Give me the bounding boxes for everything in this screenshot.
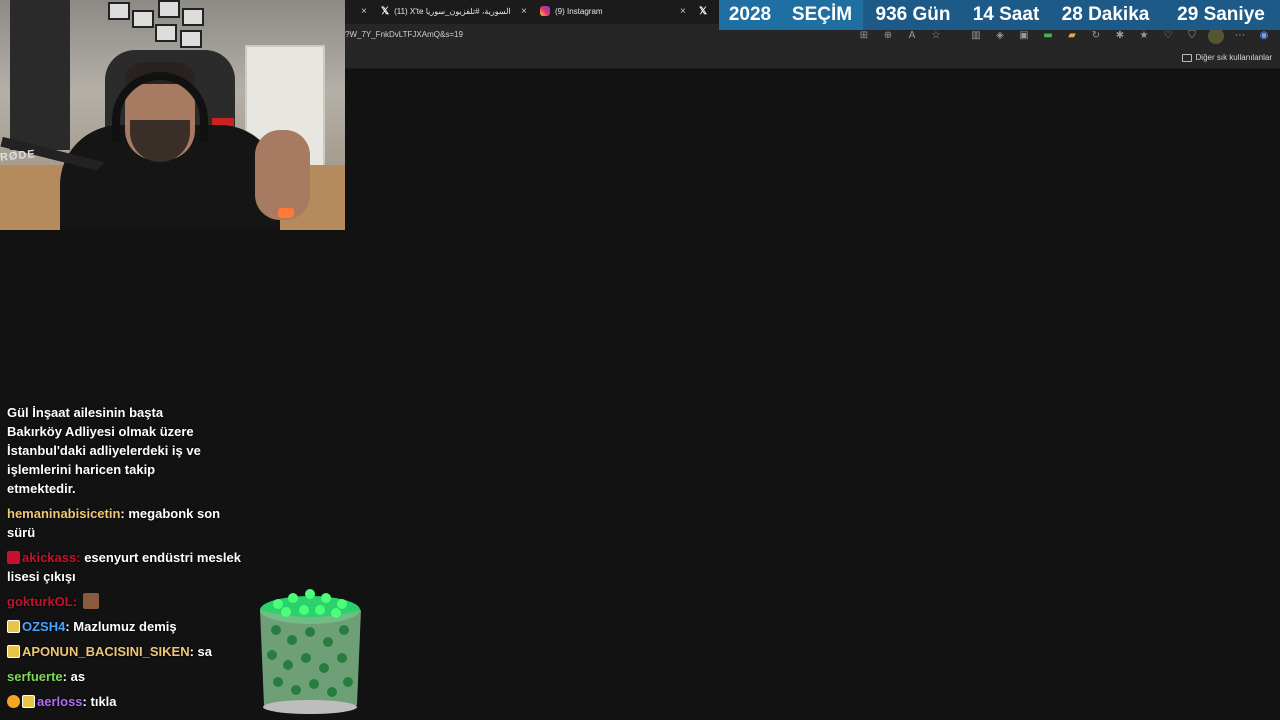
refresh-icon[interactable]: ↻ [1088,28,1104,44]
x-icon: 𝕏 [381,5,390,17]
avatar[interactable] [1208,28,1224,44]
gift-badge-icon [7,695,20,708]
other-bookmarks-label: Diğer sık kullanılanlar [1195,53,1272,62]
tab-instagram[interactable]: (9) Instagram [540,0,680,22]
chat-username: aerloss [37,694,83,709]
countdown-days: 936 Gün [863,0,963,30]
countdown-seconds: 29 Saniye [1162,0,1280,30]
countdown-year: 2028 [719,0,781,30]
subscriber-badge-icon [7,551,20,564]
mic-brand-label: RØDE [0,148,37,164]
tab-close-button[interactable]: × [361,0,373,22]
chat-message: gokturkOL: [7,592,247,611]
chat-username: gokturkOL [7,594,73,609]
chat-username: APONUN_BACISINI_SIKEN [22,644,190,659]
tab-close-button[interactable]: × [521,0,533,22]
chat-text: sa [197,644,213,659]
chat-text: tıkla [90,694,117,709]
chat-message: akickass: esenyurt endüstri meslek lises… [7,550,241,584]
sword-badge-icon [7,645,20,658]
folder-icon [1181,53,1192,62]
chat-text: Mazlumuz demiş [73,619,177,634]
extensions-icon[interactable]: ✱ [1112,28,1128,44]
chat-message: hemaninabisicetin: megabonk son sürü [7,506,221,540]
toolbar: ⊞ ⊕ A ☆ ▥ ◈ ▣ ▬ ▰ ↻ ✱ ★ ♡ ⛉ ⋯ ◉ [856,28,1272,44]
extension-icon[interactable]: ▥ [968,28,984,44]
chat-message: OZSH4: Mazlumuz demiş [7,617,247,636]
extension-icon[interactable]: ▬ [1040,28,1056,44]
tab-label: (9) Instagram [555,6,603,16]
countdown-hours: 14 Saat [963,0,1049,30]
read-aloud-icon[interactable]: A [904,28,920,44]
wall-picture [132,10,154,28]
election-countdown: 2028 SEÇİM 936 Gün 14 Saat 28 Dakika 29 … [719,0,1280,30]
chat-message: aerloss: tıkla [7,692,247,711]
goal-jar-icon [260,589,361,714]
zoom-icon[interactable]: ⊕ [880,28,896,44]
countdown-minutes: 28 Dakika [1049,0,1162,30]
extension-icon[interactable]: ▣ [1016,28,1032,44]
chat-message: serfuerte: as [7,669,86,684]
url-text[interactable]: ?W_7Y_FnkDvLTFJXAmQ&s=19 [345,30,463,39]
chat-text: as [70,669,86,684]
webcam-feed: RØDE [0,0,345,230]
collections-icon[interactable]: ♡ [1160,28,1176,44]
chat-username: hemaninabisicetin [7,506,121,521]
x-icon: 𝕏 [699,5,708,17]
tab-x[interactable]: 𝕏 [699,0,719,22]
emote-icon [82,593,99,609]
tab-close-button[interactable]: × [680,0,692,22]
browser-window: × 𝕏 (11) X'te السورية، #تلفزيون_سوريا × … [345,0,1280,720]
countdown-label: SEÇİM [781,0,863,30]
tab-x-syria-tv[interactable]: 𝕏 (11) X'te السورية، #تلفزيون_سوريا [381,0,531,22]
wall-picture [158,0,180,18]
sword-badge-icon [22,695,35,708]
stream-chat: Gül İnşaat ailesinin başta Bakırköy Adli… [7,403,247,717]
shield-icon[interactable]: ⛉ [1184,28,1200,44]
chat-username: OZSH4 [22,619,66,634]
favorites-icon[interactable]: ★ [1136,28,1152,44]
divider [952,28,960,44]
chat-announcement: Gül İnşaat ailesinin başta Bakırköy Adli… [7,405,201,496]
wall-picture [155,24,177,42]
chat-username: serfuerte [7,669,63,684]
microphone [95,160,140,230]
tab-label: (11) X'te السورية، #تلفزيون_سوريا [394,6,511,16]
chat-message: APONUN_BACISINI_SIKEN: sa [7,642,247,661]
copilot-icon[interactable]: ◉ [1256,28,1272,44]
wall-picture [182,8,204,26]
curtain [10,0,70,150]
favorite-star-icon[interactable]: ☆ [928,28,944,44]
chat-username: akickass [22,550,77,565]
extension-icon[interactable]: ▰ [1064,28,1080,44]
bookmarks-bar: Diğer sık kullanılanlar [345,48,1280,69]
wall-picture [180,30,202,48]
watch [278,208,294,218]
sword-badge-icon [7,620,20,633]
instagram-icon [540,6,550,16]
extension-icon[interactable]: ◈ [992,28,1008,44]
app-icon[interactable]: ⊞ [856,28,872,44]
menu-icon[interactable]: ⋯ [1232,28,1248,44]
wall-picture [108,2,130,20]
other-bookmarks-button[interactable]: Diğer sık kullanılanlar [1181,53,1272,62]
streamer-arm [255,130,310,220]
